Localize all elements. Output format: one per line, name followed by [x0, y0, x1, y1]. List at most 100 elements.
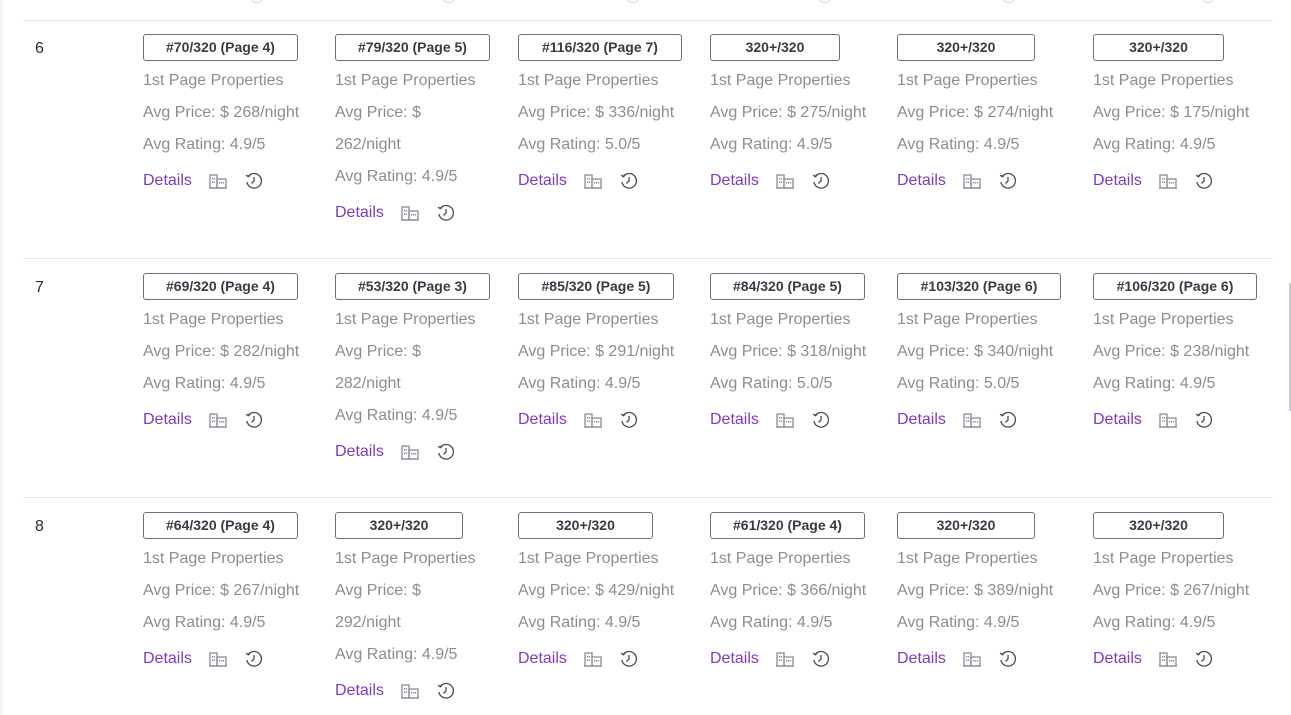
cell-actions: Details	[1093, 404, 1257, 436]
history-icon[interactable]	[811, 171, 831, 191]
history-icon[interactable]	[436, 203, 456, 223]
column-sort-indicator	[1003, 0, 1015, 3]
avg-price: Avg Price: $ 267/night	[1093, 582, 1250, 599]
property-stats: 1st Page Properties Avg Price: $ 282/night…	[335, 304, 490, 432]
rank-badge: #79/320 (Page 5)	[335, 34, 490, 61]
first-page-properties-label: 1st Page Properties	[335, 550, 476, 567]
building-icon[interactable]	[1158, 410, 1178, 430]
property-stats: 1st Page Properties Avg Price: $ 267/nigh…	[143, 543, 299, 639]
column-sort-indicator	[1202, 0, 1214, 3]
avg-price: Avg Price: $ 274/night	[897, 104, 1054, 121]
history-icon[interactable]	[1194, 649, 1214, 669]
rank-cell: #103/320 (Page 6) 1st Page Properties Avg …	[897, 273, 1061, 436]
rank-cell: 320+/320 1st Page Properties Avg Price: $ …	[1093, 512, 1249, 675]
row-number: 6	[35, 40, 44, 57]
history-icon[interactable]	[811, 649, 831, 669]
rank-badge: #69/320 (Page 4)	[143, 273, 298, 300]
building-icon[interactable]	[400, 442, 420, 462]
history-icon[interactable]	[619, 649, 639, 669]
building-icon[interactable]	[1158, 649, 1178, 669]
details-link[interactable]: Details	[1093, 650, 1142, 668]
first-page-properties-label: 1st Page Properties	[335, 311, 476, 328]
details-link[interactable]: Details	[710, 650, 759, 668]
details-link[interactable]: Details	[710, 411, 759, 429]
building-icon[interactable]	[962, 649, 982, 669]
first-page-properties-label: 1st Page Properties	[710, 72, 851, 89]
building-icon[interactable]	[1158, 171, 1178, 191]
cell-actions: Details	[710, 165, 866, 197]
history-icon[interactable]	[619, 410, 639, 430]
avg-price: Avg Price: $ 366/night	[710, 582, 867, 599]
avg-price: Avg Price: $ 282/night	[143, 343, 300, 360]
history-icon[interactable]	[244, 410, 264, 430]
building-icon[interactable]	[208, 649, 228, 669]
history-icon[interactable]	[998, 649, 1018, 669]
rank-cell: 320+/320 1st Page Properties Avg Price: $ …	[897, 34, 1053, 197]
building-icon[interactable]	[400, 681, 420, 701]
history-icon[interactable]	[436, 442, 456, 462]
avg-rating: Avg Rating: 5.0/5	[710, 375, 833, 392]
details-link[interactable]: Details	[897, 650, 946, 668]
building-icon[interactable]	[775, 171, 795, 191]
building-icon[interactable]	[583, 649, 603, 669]
avg-price: 292/night	[335, 614, 401, 631]
rank-badge: 320+/320	[518, 512, 653, 539]
building-icon[interactable]	[208, 410, 228, 430]
history-icon[interactable]	[811, 410, 831, 430]
details-link[interactable]: Details	[518, 172, 567, 190]
building-icon[interactable]	[962, 171, 982, 191]
building-icon[interactable]	[775, 410, 795, 430]
rank-badge: 320+/320	[1093, 34, 1224, 61]
details-link[interactable]: Details	[518, 650, 567, 668]
rank-cell: #79/320 (Page 5) 1st Page Properties Avg P…	[335, 34, 490, 229]
history-icon[interactable]	[619, 171, 639, 191]
first-page-properties-label: 1st Page Properties	[897, 311, 1038, 328]
details-link[interactable]: Details	[335, 443, 384, 461]
cell-actions: Details	[143, 404, 299, 436]
history-icon[interactable]	[998, 410, 1018, 430]
details-link[interactable]: Details	[143, 411, 192, 429]
rank-cell: 320+/320 1st Page Properties Avg Price: $ …	[1093, 34, 1249, 197]
rank-badge: #116/320 (Page 7)	[518, 34, 682, 61]
building-icon[interactable]	[962, 410, 982, 430]
avg-price: Avg Price: $ 238/night	[1093, 343, 1250, 360]
building-icon[interactable]	[400, 203, 420, 223]
details-link[interactable]: Details	[143, 650, 192, 668]
rank-cell: #70/320 (Page 4) 1st Page Properties Avg P…	[143, 34, 299, 197]
avg-price: Avg Price: $ 429/night	[518, 582, 675, 599]
history-icon[interactable]	[244, 171, 264, 191]
first-page-properties-label: 1st Page Properties	[518, 72, 659, 89]
details-link[interactable]: Details	[1093, 411, 1142, 429]
property-stats: 1st Page Properties Avg Price: $ 366/nigh…	[710, 543, 866, 639]
history-icon[interactable]	[998, 171, 1018, 191]
history-icon[interactable]	[436, 681, 456, 701]
rank-badge: 320+/320	[897, 34, 1035, 61]
details-link[interactable]: Details	[710, 172, 759, 190]
property-stats: 1st Page Properties Avg Price: $ 267/nigh…	[1093, 543, 1249, 639]
details-link[interactable]: Details	[143, 172, 192, 190]
cell-actions: Details	[897, 643, 1053, 675]
property-stats: 1st Page Properties Avg Price: $ 318/nigh…	[710, 304, 866, 400]
details-link[interactable]: Details	[335, 682, 384, 700]
history-icon[interactable]	[1194, 410, 1214, 430]
history-icon[interactable]	[1194, 171, 1214, 191]
property-stats: 1st Page Properties Avg Price: $ 291/nigh…	[518, 304, 674, 400]
building-icon[interactable]	[208, 171, 228, 191]
building-icon[interactable]	[583, 171, 603, 191]
first-page-properties-label: 1st Page Properties	[143, 550, 284, 567]
history-icon[interactable]	[244, 649, 264, 669]
details-link[interactable]: Details	[518, 411, 567, 429]
avg-price: Avg Price: $	[335, 343, 421, 360]
cell-actions: Details	[335, 675, 476, 707]
building-icon[interactable]	[583, 410, 603, 430]
building-icon[interactable]	[775, 649, 795, 669]
rank-cell: 320+/320 1st Page Properties Avg Price: $ …	[518, 512, 674, 675]
cell-actions: Details	[518, 165, 682, 197]
details-link[interactable]: Details	[897, 411, 946, 429]
details-link[interactable]: Details	[897, 172, 946, 190]
details-link[interactable]: Details	[335, 204, 384, 222]
details-link[interactable]: Details	[1093, 172, 1142, 190]
cell-actions: Details	[897, 404, 1061, 436]
property-stats: 1st Page Properties Avg Price: $ 238/nigh…	[1093, 304, 1257, 400]
rank-cell: #116/320 (Page 7) 1st Page Properties Avg …	[518, 34, 682, 197]
